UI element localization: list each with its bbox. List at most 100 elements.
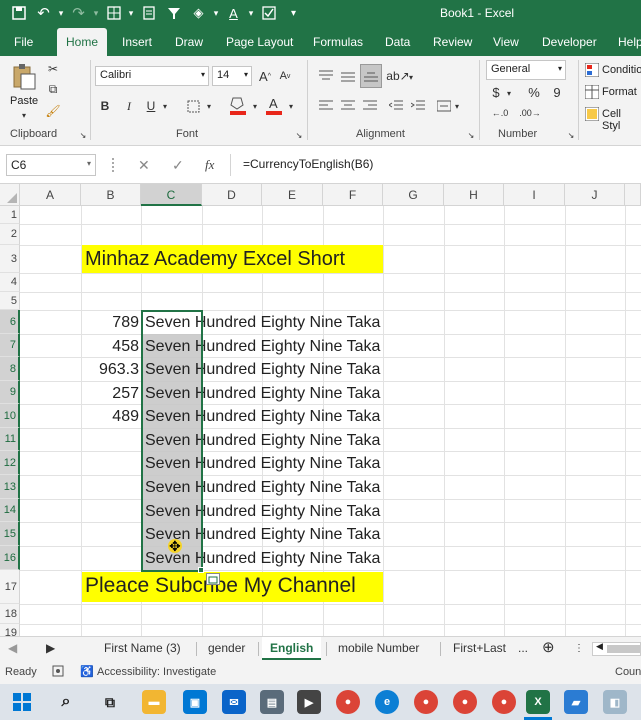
fill-dropdown-icon[interactable]: ▾ — [250, 98, 260, 114]
font-color-dropdown-icon[interactable]: ▾ — [246, 3, 256, 23]
row-header-19[interactable]: 19 — [0, 624, 20, 636]
task-view-icon[interactable]: ⧉ — [98, 690, 122, 714]
accessibility-icon[interactable]: ♿ — [80, 665, 94, 678]
windows-start-icon[interactable] — [10, 690, 34, 714]
tab-data[interactable]: Data — [385, 35, 410, 49]
row-header-5[interactable]: 5 — [0, 292, 20, 310]
horizontal-scrollbar[interactable]: ◀ — [592, 641, 641, 656]
orientation-icon[interactable]: ab↗ — [386, 66, 409, 86]
filter-icon[interactable] — [161, 3, 186, 23]
split-handle-icon[interactable]: ⋮ — [574, 643, 584, 654]
mail-icon[interactable]: ✉ — [222, 690, 246, 714]
tab-insert[interactable]: Insert — [122, 35, 152, 49]
column-header-h[interactable]: H — [444, 184, 504, 206]
edge-icon[interactable]: e — [375, 690, 399, 714]
align-top-icon[interactable] — [316, 66, 336, 86]
store-icon[interactable]: ▣ — [183, 690, 207, 714]
insert-function-button[interactable]: fx — [205, 157, 214, 173]
font-color-dropdown-icon[interactable]: ▾ — [286, 98, 296, 114]
paste-icon[interactable] — [8, 62, 40, 92]
format-as-table-button[interactable]: Format — [602, 86, 637, 98]
tab-formulas[interactable]: Formulas — [313, 35, 363, 49]
merge-center-icon[interactable] — [434, 96, 454, 116]
redo-icon[interactable]: ↷ — [66, 3, 91, 23]
tab-draw[interactable]: Draw — [175, 35, 203, 49]
align-right-icon[interactable] — [360, 96, 380, 116]
comma-button[interactable]: 9 — [550, 82, 564, 102]
column-header-d[interactable]: D — [202, 184, 262, 206]
row-header-13[interactable]: 13 — [0, 475, 20, 499]
borders-icon[interactable] — [184, 96, 202, 116]
save-icon[interactable] — [6, 3, 31, 23]
format-table-icon[interactable] — [584, 84, 600, 100]
borders-icon[interactable] — [101, 3, 126, 23]
formula-input[interactable]: =CurrencyToEnglish(B6) — [230, 154, 641, 176]
conditional-formatting-button[interactable]: Conditio — [602, 64, 641, 76]
clipboard-launcher-icon[interactable]: ↘ — [78, 130, 88, 140]
merge-dropdown-icon[interactable]: ▾ — [452, 98, 462, 114]
tab-help[interactable]: Help — [618, 35, 641, 49]
undo-dropdown-icon[interactable]: ▾ — [56, 3, 66, 23]
italic-button[interactable]: I — [120, 96, 138, 116]
increase-decimal-icon[interactable]: ←.0 — [488, 104, 512, 122]
row-header-16[interactable]: 16 — [0, 546, 20, 570]
currency-button[interactable]: $ — [488, 82, 504, 102]
percent-button[interactable]: % — [526, 82, 542, 102]
title-cell[interactable]: Minhaz Academy Excel Short — [82, 245, 383, 273]
subscribe-cell[interactable]: Pleace Subcribe My Channel — [82, 572, 383, 602]
column-header-f[interactable]: F — [323, 184, 383, 206]
cell-b8[interactable]: 963.3 — [82, 359, 139, 381]
fill-color-icon[interactable] — [228, 94, 248, 116]
scroll-left-icon[interactable]: ◀ — [596, 641, 603, 652]
row-header-12[interactable]: 12 — [0, 451, 20, 475]
decrease-indent-icon[interactable] — [386, 96, 406, 116]
fill-color-icon[interactable]: ◈ — [186, 3, 211, 23]
calculator-icon[interactable] — [136, 3, 161, 23]
increase-font-icon[interactable]: A ^ — [256, 68, 274, 84]
media-icon[interactable]: ▶ — [297, 690, 321, 714]
window-icon[interactable]: ◧ — [603, 690, 627, 714]
cell-b6[interactable]: 789 — [82, 312, 139, 334]
tab-view[interactable]: View — [493, 35, 519, 49]
align-bottom-icon[interactable] — [360, 64, 382, 88]
chrome-profile-3-icon[interactable]: ● — [492, 690, 516, 714]
sheet-tab-first-name-3[interactable]: First Name (3) — [104, 641, 181, 655]
tab-file[interactable]: File — [14, 35, 33, 49]
increase-indent-icon[interactable] — [408, 96, 428, 116]
row-header-17[interactable]: 17 — [0, 570, 20, 604]
row-header-7[interactable]: 7 — [0, 334, 20, 357]
row-header-18[interactable]: 18 — [0, 604, 20, 624]
scroll-left-icon[interactable]: ◀ — [8, 641, 17, 655]
undo-icon[interactable]: ↶ — [31, 3, 56, 23]
enter-icon[interactable]: ✓ — [172, 157, 184, 174]
cell-styles-icon[interactable] — [584, 106, 600, 122]
macro-record-icon[interactable] — [52, 665, 64, 680]
orientation-dropdown-icon[interactable]: ▾ — [406, 70, 416, 84]
more-sheets-button[interactable]: ... — [518, 641, 528, 655]
paste-dropdown-icon[interactable]: ▾ — [18, 110, 30, 120]
font-color-icon[interactable]: A — [221, 3, 246, 23]
column-header-i[interactable]: I — [504, 184, 565, 206]
align-middle-icon[interactable] — [338, 66, 358, 86]
copy-icon[interactable]: ⧉ — [44, 80, 62, 98]
column-header-a[interactable]: A — [20, 184, 81, 206]
row-header-9[interactable]: 9 — [0, 381, 20, 404]
tab-home[interactable]: Home — [57, 28, 108, 56]
decrease-decimal-icon[interactable]: .00→ — [518, 104, 542, 122]
sheet-tab-mobile-number[interactable]: mobile Number — [338, 641, 419, 655]
format-painter-icon[interactable]: 🖌 — [44, 102, 62, 120]
column-header-j[interactable]: J — [565, 184, 625, 206]
chrome-profile-icon[interactable]: ● — [414, 690, 438, 714]
file-explorer-icon[interactable]: ▬ — [142, 690, 166, 714]
column-header-k[interactable] — [625, 184, 641, 206]
cell-b9[interactable]: 257 — [82, 383, 139, 405]
add-sheet-icon[interactable]: ⊕ — [542, 638, 555, 656]
font-color-icon[interactable]: A — [264, 94, 284, 116]
cut-icon[interactable]: ✂ — [44, 60, 62, 78]
tab-page-layout[interactable]: Page Layout — [226, 35, 293, 49]
tab-developer[interactable]: Developer — [542, 35, 597, 49]
cell-b7[interactable]: 458 — [82, 336, 139, 358]
font-name-box[interactable]: Calibri ▾ — [95, 66, 209, 86]
select-all-button[interactable] — [0, 184, 20, 206]
row-header-4[interactable]: 4 — [0, 273, 20, 292]
